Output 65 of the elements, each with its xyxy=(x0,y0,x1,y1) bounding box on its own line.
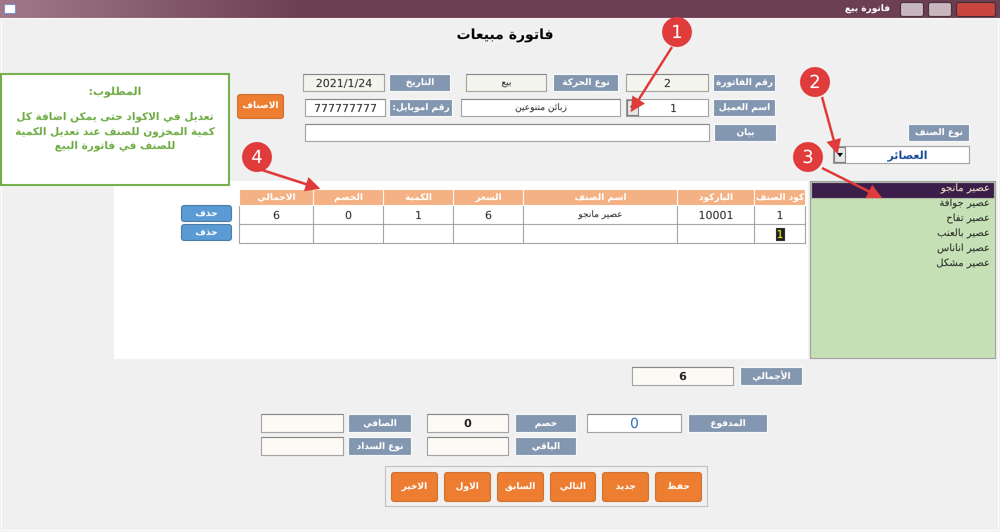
list-item[interactable]: عصير اناناس xyxy=(812,243,994,258)
category-label: نوع الصنف xyxy=(908,124,970,142)
column-header: الاجمالي xyxy=(240,190,314,206)
product-list[interactable]: عصير مانجو عصير جوافة عصير تفاح عصير بالعنب عصير اناناس عصير مشكل xyxy=(810,181,996,359)
app-icon xyxy=(4,4,16,14)
table-cell: 1 xyxy=(384,206,454,224)
customer-combo[interactable]: 1 xyxy=(626,99,709,117)
table-cell: 6 xyxy=(240,206,314,224)
paid-label: المدفوع xyxy=(688,414,768,433)
list-item[interactable]: عصير مانجو xyxy=(812,183,994,198)
number-badge: 4 xyxy=(242,142,272,172)
table-cell: 6 xyxy=(454,206,524,224)
arrow xyxy=(821,166,882,198)
column-header: السعر xyxy=(454,190,524,206)
caret-icon xyxy=(837,153,843,157)
net-label: الصافي xyxy=(348,414,412,433)
total-field[interactable]: 6 xyxy=(632,367,734,386)
number-badge: 1 xyxy=(662,17,692,47)
close-button[interactable] xyxy=(956,2,996,16)
window-title: فاتورة بيع xyxy=(844,4,890,14)
invoice-number-label: رقم الفاتورة xyxy=(713,74,776,92)
list-item[interactable]: عصير تفاح xyxy=(812,213,994,228)
customer-name-field[interactable]: زبائن متنوعين xyxy=(461,99,621,117)
total-label: الأجمالي xyxy=(740,367,803,386)
maximize-button[interactable] xyxy=(928,2,952,16)
table-cell: عصير مانجو xyxy=(524,206,678,224)
mobile-label: رقم اموبايل: xyxy=(389,99,453,117)
number-badge: 2 xyxy=(800,67,830,97)
note-label: بيان xyxy=(714,124,777,142)
remaining-label: الباقي xyxy=(515,437,577,456)
invoice-number-field[interactable]: 2 xyxy=(626,74,709,92)
list-item[interactable]: عصير مشكل xyxy=(812,258,994,273)
list-item[interactable]: عصير بالعنب xyxy=(812,228,994,243)
column-header: الكمية xyxy=(384,190,454,206)
movement-type-label: نوع الحركة xyxy=(553,74,619,92)
column-header: الخصم xyxy=(314,190,384,206)
column-header: اسم الصنف xyxy=(524,190,678,206)
movement-type-field[interactable]: بيع xyxy=(466,74,547,92)
table-cell: 0 xyxy=(314,206,384,224)
number-badge: 3 xyxy=(793,142,823,172)
note-heading: المطلوب: xyxy=(88,85,142,98)
column-header: الباركود xyxy=(678,190,754,206)
list-item[interactable]: عصير جوافة xyxy=(812,198,994,213)
arrow xyxy=(820,96,841,154)
category-combo[interactable]: العصائر xyxy=(833,146,970,164)
discount-label: خصم xyxy=(515,414,577,433)
discount-field[interactable]: 0 xyxy=(427,414,509,433)
date-field[interactable]: 2021/1/24 xyxy=(303,74,385,92)
payment-type-label: نوع السداد xyxy=(348,437,412,456)
remaining-field[interactable] xyxy=(427,437,509,456)
minimize-button[interactable] xyxy=(900,2,924,16)
net-field[interactable] xyxy=(261,414,344,433)
mobile-field[interactable]: 777777777 xyxy=(305,99,386,117)
table-cell: 10001 xyxy=(678,206,754,224)
column-header: كود الصنف xyxy=(754,190,806,206)
paid-field[interactable]: 0 xyxy=(587,414,682,433)
payment-type-field[interactable] xyxy=(261,437,344,456)
arrow xyxy=(262,168,320,192)
selected-text[interactable]: 1 xyxy=(776,228,784,240)
note-field[interactable] xyxy=(305,124,710,142)
date-label: التاريخ xyxy=(389,74,451,92)
form-title: فاتورة مبيعات xyxy=(456,27,554,45)
note-text: تعديل في الاكواد حتى يمكن اضافة كل كمية المخزون للصنف عند تعديل الكمية للصنف في فاتورة البيع xyxy=(14,110,216,154)
table-cell: 1 xyxy=(754,206,806,224)
customer-label: اسم العميل xyxy=(713,99,776,117)
